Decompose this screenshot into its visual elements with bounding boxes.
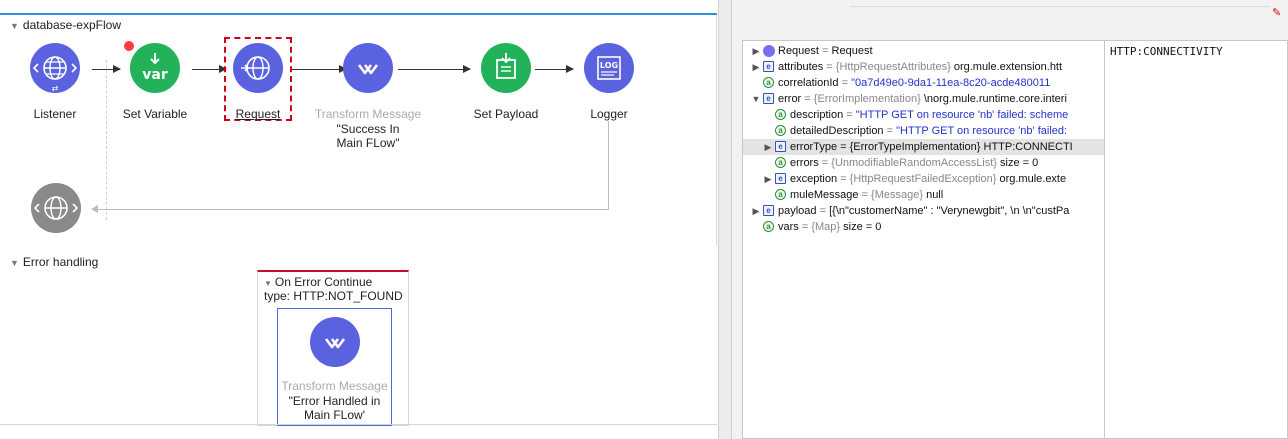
variables-tree[interactable]: ▶ Request = Request ▶ e attributes = {Ht… (742, 40, 1105, 439)
svg-text:LOG: LOG (600, 61, 618, 70)
expand-triangle-icon[interactable]: ▶ (751, 203, 761, 219)
node-sublabel: "Success In Main FLow" (336, 122, 400, 150)
set-variable-node[interactable]: var Set Variable (100, 43, 210, 143)
handler-title: On Error Continue (274, 275, 373, 289)
element-icon: e (775, 141, 786, 152)
collapse-triangle-icon[interactable]: ▼ (10, 21, 19, 31)
set-payload-node[interactable]: Set Payload (451, 43, 561, 143)
error-handler-header: ▼ On Error Continue type: HTTP:NOT_FOUND (264, 276, 403, 303)
handler-type: type: HTTP:NOT_FOUND (264, 289, 403, 303)
error-transform-node[interactable]: Transform Message "Error Handled in Main… (277, 308, 392, 426)
tree-row[interactable]: a description = "HTTP GET on resource 'n… (743, 107, 1104, 123)
element-icon: e (763, 93, 774, 104)
tree-row[interactable]: a vars = {Map} size = 0 (743, 219, 1104, 235)
tree-row[interactable]: a detailedDescription = "HTTP GET on res… (743, 123, 1104, 139)
flow-title[interactable]: ▼ database-expFlow (10, 18, 121, 32)
transform-icon (343, 43, 393, 93)
node-label: Set Payload (473, 107, 539, 121)
node-sublabel: "Error Handled in Main FLow' (288, 394, 381, 422)
tree-row[interactable]: a correlationId = "0a7d49e0-9da1-11ea-8c… (743, 75, 1104, 91)
request-node[interactable]: Request (203, 43, 313, 143)
pane-splitter[interactable] (718, 0, 732, 439)
logger-node[interactable]: LOG Logger (554, 43, 664, 143)
return-arrow-head (91, 205, 98, 213)
attribute-icon: a (763, 77, 774, 88)
request-icon (763, 45, 775, 57)
error-handling-title[interactable]: ▼ Error handling (10, 255, 98, 269)
tree-row[interactable]: ▼ e error = {ErrorImplementation} \norg.… (743, 91, 1104, 107)
payload-icon (481, 43, 531, 93)
expand-triangle-icon[interactable]: ▶ (751, 59, 761, 75)
listener-node[interactable]: ⇄ Listener (0, 43, 110, 143)
tree-row[interactable]: ▶ Request = Request (743, 43, 1104, 59)
selected-value-text: HTTP:CONNECTIVITY (1110, 45, 1223, 58)
globe-icon: ⇄ (30, 43, 80, 93)
tree-row[interactable]: a muleMessage = {Message} null (743, 187, 1104, 203)
attribute-icon: a (775, 109, 786, 120)
breakpoint-toggle-icon[interactable]: ✎ (1272, 8, 1282, 19)
element-icon: e (763, 61, 774, 72)
expand-triangle-icon[interactable]: ▶ (751, 43, 761, 59)
globe-arrow-icon (233, 43, 283, 93)
collapse-triangle-icon[interactable]: ▼ (10, 258, 19, 268)
expand-triangle-icon[interactable]: ▶ (763, 139, 773, 155)
attribute-icon: a (775, 125, 786, 136)
tree-row[interactable]: ▶ e attributes = {HttpRequestAttributes}… (743, 59, 1104, 75)
collapse-triangle-icon[interactable]: ▼ (264, 279, 272, 288)
return-line (96, 209, 609, 210)
node-label: Transform Message (281, 379, 388, 393)
attribute-icon: a (763, 221, 774, 232)
debugger-panel: ✎ ▶ Request = Request ▶ e attributes = {… (732, 0, 1288, 439)
attribute-icon: a (775, 189, 786, 200)
svg-text:⇄: ⇄ (52, 84, 59, 93)
canvas-bottom-border (0, 424, 717, 425)
toolbar-divider (850, 6, 1270, 7)
var-icon: var (130, 43, 180, 93)
flow-canvas: ▼ database-expFlow ⇄ Listener var Set Va… (0, 0, 718, 439)
log-icon: LOG (584, 43, 634, 93)
value-detail-pane[interactable]: HTTP:CONNECTIVITY (1105, 40, 1288, 439)
tree-row-selected[interactable]: ▶ e errorType = {ErrorTypeImplementation… (743, 139, 1104, 155)
svg-text:var: var (142, 67, 168, 83)
attribute-icon: a (775, 157, 786, 168)
element-icon: e (763, 205, 774, 216)
node-label: Transform Message (314, 107, 422, 121)
node-label: Set Variable (122, 107, 188, 121)
breakpoint-marker[interactable] (124, 41, 134, 51)
node-label: Request (235, 107, 281, 121)
element-icon: e (775, 173, 786, 184)
tree-row[interactable]: a errors = {UnmodifiableRandomAccessList… (743, 155, 1104, 171)
tree-row[interactable]: ▶ e payload = [{\n"customerName" : "Very… (743, 203, 1104, 219)
return-line (608, 121, 609, 209)
on-error-continue-card[interactable]: ▼ On Error Continue type: HTTP:NOT_FOUND … (257, 270, 409, 426)
node-label: Listener (33, 107, 77, 121)
expand-triangle-icon[interactable]: ▶ (763, 171, 773, 187)
transform-icon (310, 317, 360, 367)
globe-icon[interactable] (31, 183, 81, 233)
tree-row[interactable]: ▶ e exception = {HttpRequestFailedExcept… (743, 171, 1104, 187)
node-label: Logger (590, 107, 628, 121)
collapse-triangle-icon[interactable]: ▼ (751, 91, 761, 107)
transform-message-node[interactable]: Transform Message "Success In Main FLow" (313, 43, 423, 153)
